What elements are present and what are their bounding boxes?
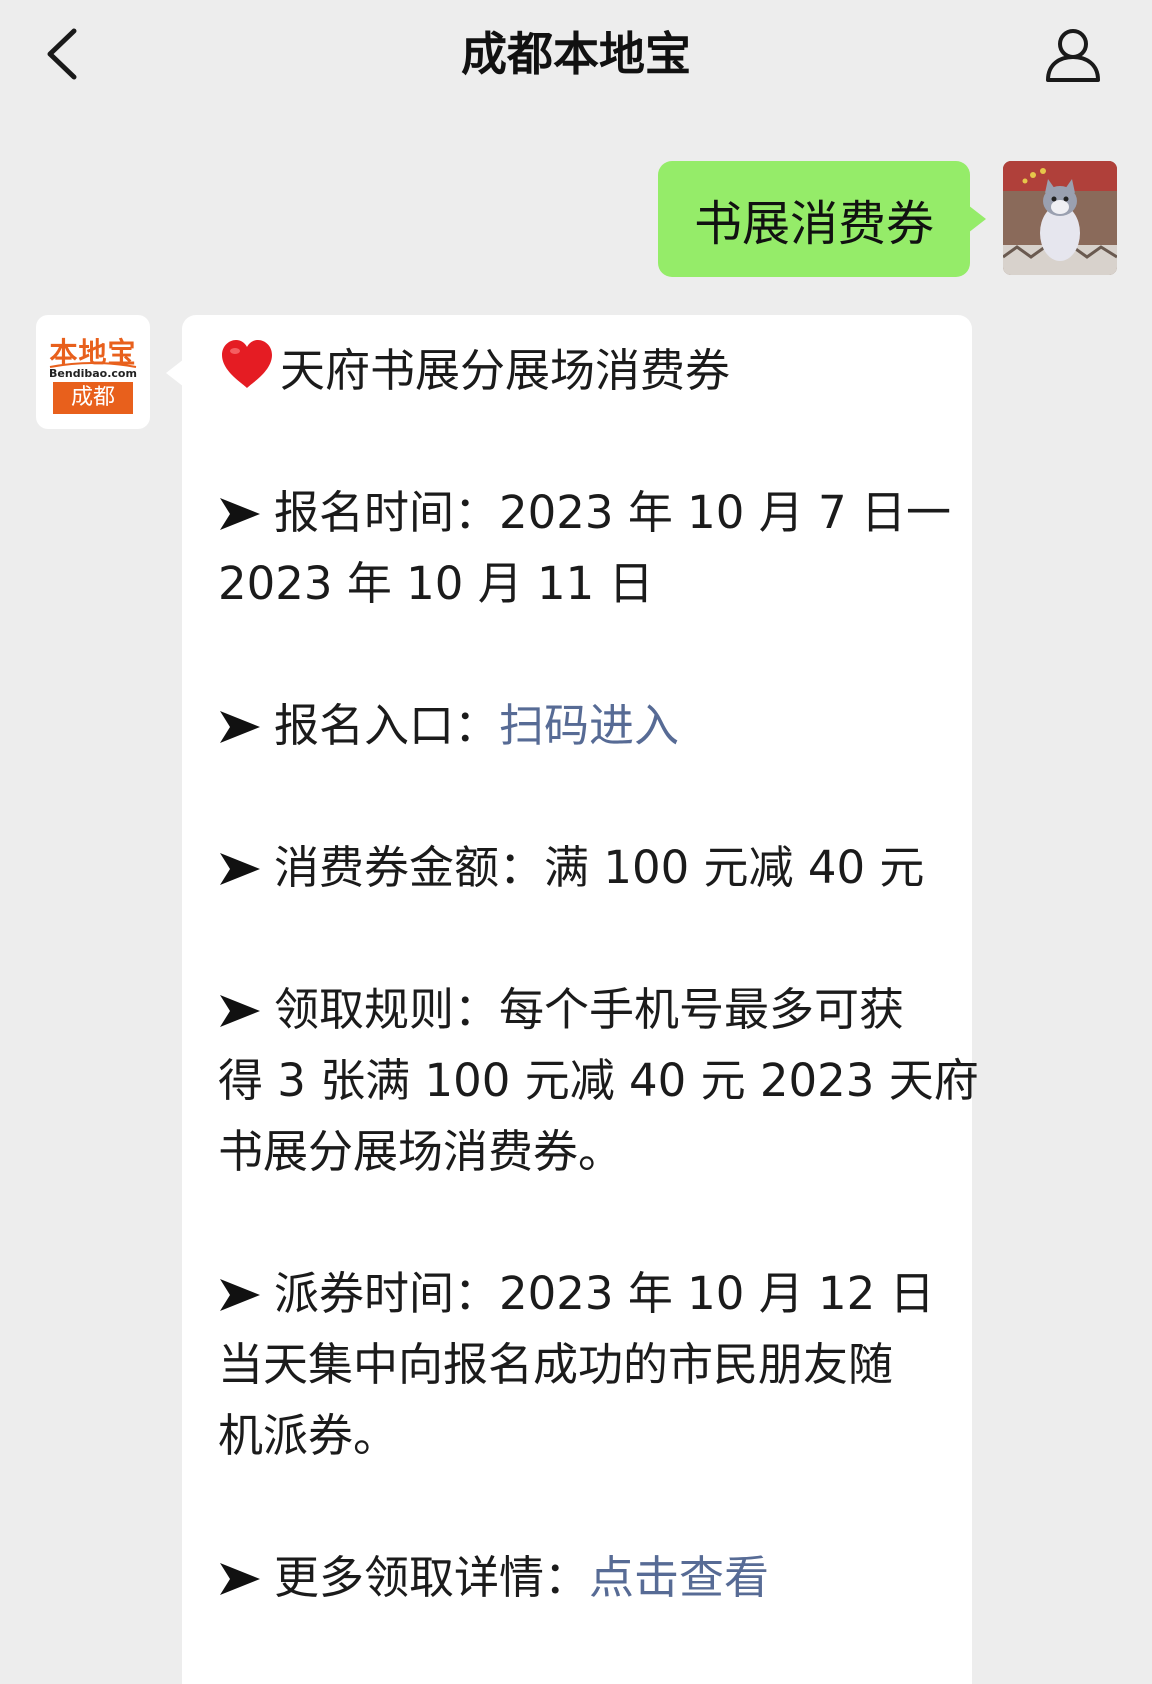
rule-line-3: 书展分展场消费券。	[218, 1125, 624, 1178]
arrow-right-icon	[220, 498, 260, 530]
rule-line-2: 得 3 张满 100 元减 40 元 2023 天府	[218, 1054, 979, 1107]
more-label: 更多领取详情：	[274, 1551, 590, 1604]
dist-label: 派券时间：	[274, 1267, 500, 1320]
outgoing-message-bubble[interactable]: 书展消费券	[658, 161, 986, 277]
rule-line-1: 领取规则：每个手机号最多可获	[218, 974, 940, 1045]
view-details-link[interactable]: 点击查看	[589, 1551, 769, 1604]
logo-text-city: 成都	[53, 382, 133, 414]
arrow-right-icon	[220, 1279, 260, 1311]
scan-entry-link[interactable]: 扫码进入	[499, 699, 679, 752]
reg-time-value-start: 2023 年 10 月 7 日一	[499, 486, 951, 539]
amount-line: 消费券金额：满 100 元减 40 元	[218, 832, 940, 903]
top-bar: 成都本地宝	[0, 0, 1152, 122]
amount-label: 消费券金额：	[274, 841, 545, 894]
person-icon	[1046, 29, 1100, 82]
amount-value: 满 100 元减 40 元	[544, 841, 925, 894]
rule-label: 领取规则：	[274, 983, 500, 1036]
reg-time-label: 报名时间：	[274, 486, 500, 539]
reg-time-line-1: 报名时间：2023 年 10 月 7 日一	[218, 477, 951, 548]
my-avatar[interactable]	[1003, 161, 1117, 275]
incoming-message-bubble[interactable]: 天府书展分展场消费券 报名时间：2023 年 10 月 7 日一 2023 年 …	[166, 315, 979, 1684]
more-line: 更多领取详情：点击查看	[218, 1542, 940, 1613]
outgoing-message-text: 书展消费券	[693, 196, 934, 252]
chat-screen: 成都本地宝 书展消费券 本地宝 Bendibao.com 成都 天府书展分展场消…	[0, 0, 1152, 1684]
logo-text-site: Bendibao.com	[49, 367, 137, 380]
dist-line-1: 派券时间：2023 年 10 月 12 日	[218, 1258, 940, 1329]
arrow-right-icon	[220, 853, 260, 885]
entry-label: 报名入口：	[274, 699, 500, 752]
reg-time-line-2: 2023 年 10 月 11 日	[218, 557, 654, 610]
dist-date: 2023 年 10 月 12 日	[499, 1267, 935, 1320]
message-body: 天府书展分展场消费券 报名时间：2023 年 10 月 7 日一 2023 年 …	[218, 335, 979, 1613]
arrow-right-icon	[220, 711, 260, 743]
chat-info-button[interactable]	[1040, 22, 1106, 88]
dist-line-2: 当天集中向报名成功的市民朋友随	[218, 1338, 894, 1391]
arrow-right-icon	[220, 1563, 260, 1595]
dist-line-3: 机派券。	[218, 1409, 399, 1462]
chat-title: 成都本地宝	[461, 27, 691, 81]
cat-photo-avatar	[1003, 161, 1117, 275]
message-heading: 天府书展分展场消费券	[218, 335, 940, 406]
arrow-right-icon	[220, 995, 260, 1027]
sender-avatar[interactable]: 本地宝 Bendibao.com 成都	[36, 315, 150, 429]
heading-text: 天府书展分展场消费券	[280, 344, 731, 397]
red-heart-icon	[222, 340, 272, 388]
entry-line: 报名入口：扫码进入	[218, 690, 940, 761]
rule-text-start: 每个手机号最多可获	[499, 983, 905, 1036]
